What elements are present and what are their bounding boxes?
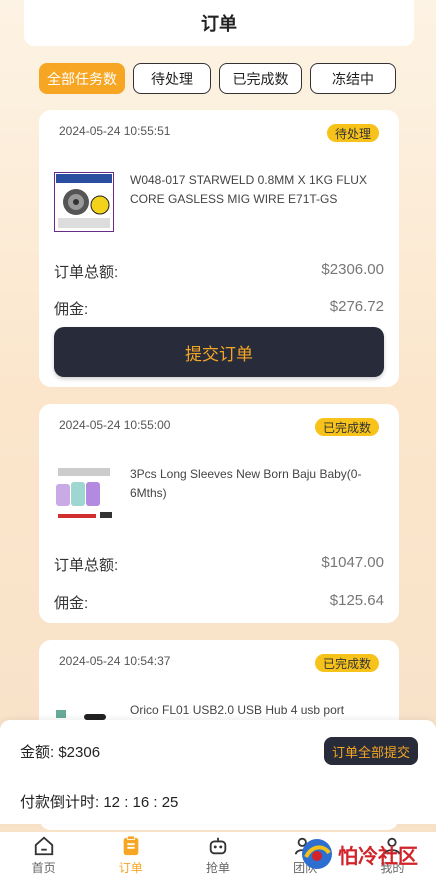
filter-tabs: 全部任务数 待处理 已完成数 冻结中 [39,63,396,94]
order-total-value: $2306.00 [321,261,384,278]
countdown-value: 12 : 16 : 25 [103,794,179,811]
nav-label: 首页 [31,860,56,875]
payment-summary-panel: 金额: $2306 订单全部提交 付款倒计时: 12 : 16 : 25 [0,720,436,824]
order-card: 2024-05-24 10:55:51 待处理 W048-017 STARWEL… [39,110,399,387]
tab-frozen[interactable]: 冻结中 [310,63,396,94]
product-image [54,464,114,524]
watermark: 怕冷社区 [300,830,436,878]
commission-value: $125.64 [329,592,384,609]
countdown-label: 付款倒计时: [20,794,100,811]
status-badge: 待处理 [326,124,379,142]
commission-row: 佣金: $125.64 [54,592,384,613]
top-bar: 订单 [24,0,414,46]
submit-order-button[interactable]: 提交订单 [54,327,384,377]
home-icon [34,836,53,855]
order-total-label: 订单总额: [54,557,119,574]
order-card: 2024-05-24 10:55:00 已完成数 3Pcs Long Sleev… [39,404,399,623]
submit-all-orders-button[interactable]: 订单全部提交 [323,737,418,765]
order-time: 2024-05-24 10:54:37 [59,654,171,668]
tab-pending[interactable]: 待处理 [133,63,211,94]
amount-value: $2306 [58,744,101,761]
commission-value: $276.72 [329,298,384,315]
order-time: 2024-05-24 10:55:51 [59,124,171,138]
order-icon [123,834,139,855]
robot-icon [209,837,227,854]
product-name: 3Pcs Long Sleeves New Born Baju Baby(0-6… [130,467,362,500]
countdown-line: 付款倒计时: 12 : 16 : 25 [20,791,178,812]
status-badge: 已完成数 [314,654,379,672]
product-name: Orico FL01 USB2.0 USB Hub 4 usb port [130,703,345,717]
tab-completed[interactable]: 已完成数 [219,63,302,94]
status-badge: 已完成数 [314,418,379,436]
order-total-row: 订单总额: $2306.00 [54,261,384,282]
page-title: 订单 [201,14,237,34]
order-total-row: 订单总额: $1047.00 [54,554,384,575]
amount-line: 金额: $2306 [20,741,100,762]
commission-row: 佣金: $276.72 [54,298,384,319]
nav-grab-order[interactable]: 抢单 [188,835,248,876]
product-name: W048-017 STARWELD 0.8MM X 1KG FLUX CORE … [130,173,367,206]
order-time: 2024-05-24 10:55:00 [59,418,171,432]
product-image [53,171,115,233]
nav-home[interactable]: 首页 [14,835,74,876]
tab-all-tasks[interactable]: 全部任务数 [39,63,125,94]
watermark-logo-icon [302,839,332,869]
nav-orders[interactable]: 订单 [101,834,161,876]
amount-label: 金额: [20,744,55,761]
nav-label: 订单 [118,860,143,875]
commission-label: 佣金: [54,301,89,318]
order-total-value: $1047.00 [321,554,384,571]
watermark-text: 怕冷社区 [338,843,418,868]
nav-label: 抢单 [205,860,230,875]
order-total-label: 订单总额: [54,264,119,281]
commission-label: 佣金: [54,595,89,612]
